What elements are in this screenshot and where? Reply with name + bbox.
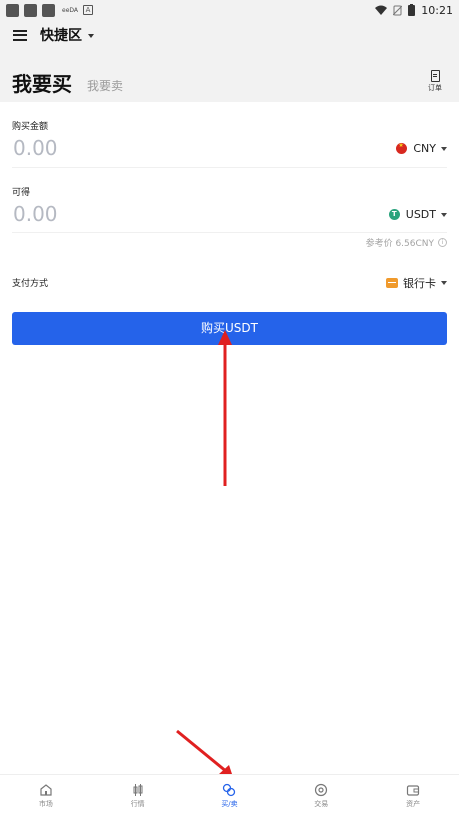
caret-down-icon [88, 34, 94, 38]
usdt-icon: T [388, 209, 400, 220]
app-badge-icon: A [83, 5, 94, 15]
menu-icon[interactable] [13, 29, 27, 41]
receive-label: 可得 [12, 188, 31, 198]
trade-header: 我要买 我要卖 订单 [0, 50, 459, 102]
document-icon [430, 70, 440, 82]
amount-label: 购买金额 [12, 122, 49, 132]
status-bar: eeDA A 10:21 [0, 0, 459, 20]
nav-item-trade[interactable]: 交易 [275, 775, 367, 816]
zone-selector[interactable]: 快捷区 [40, 25, 94, 45]
bank-card-icon [386, 278, 398, 288]
orders-label: 订单 [428, 84, 442, 92]
annotation-arrows [176, 330, 234, 780]
payment-label: 支付方式 [12, 279, 49, 289]
nav-item-assets[interactable]: 资产 [367, 775, 459, 816]
nav-label: 买/卖 [221, 800, 238, 808]
nav-item-buy-sell[interactable]: 买/卖 [184, 775, 276, 816]
payment-method-value: 银行卡 [403, 277, 436, 290]
notification-icon [24, 3, 37, 17]
nav-label: 市场 [38, 800, 53, 808]
wifi-icon [375, 5, 388, 15]
caret-down-icon [441, 281, 447, 285]
divider [12, 232, 447, 233]
reference-price: 参考价 6.56CNY i [366, 236, 447, 249]
nav-label: 交易 [314, 800, 329, 808]
annotation-arrow-up [218, 330, 232, 486]
currency-label: USDT [405, 208, 436, 221]
payment-method-selector[interactable]: 银行卡 [386, 275, 447, 291]
trade-icon [315, 783, 328, 797]
zone-title: 快捷区 [40, 28, 82, 44]
battery-icon [408, 4, 416, 16]
buy-usdt-button[interactable]: 购买USDT [12, 312, 447, 345]
clock: 10:21 [421, 3, 453, 17]
top-nav: 快捷区 [0, 20, 459, 50]
nav-item-market[interactable]: 市场 [0, 775, 92, 816]
reference-price-text: 参考价 6.56CNY [365, 239, 434, 249]
tab-sell[interactable]: 我要卖 [87, 77, 123, 94]
caret-down-icon [441, 212, 447, 217]
currency-selector-usdt[interactable]: T USDT [388, 208, 447, 221]
exchange-circles-icon [223, 783, 236, 797]
receive-input[interactable]: 0.00 [13, 202, 58, 226]
annotation-arrow-diagonal [176, 729, 234, 780]
tab-buy[interactable]: 我要买 [12, 68, 72, 97]
notification-icon [6, 3, 19, 17]
china-flag-icon [396, 142, 408, 154]
status-text: eeDA [62, 6, 79, 14]
caret-down-icon [441, 146, 447, 151]
nav-label: 行情 [130, 800, 145, 808]
home-icon [40, 784, 52, 796]
notification-icon [42, 3, 55, 17]
no-sim-icon [393, 5, 403, 15]
currency-label: CNY [413, 142, 436, 155]
nav-item-quotes[interactable]: 行情 [92, 775, 184, 816]
orders-button[interactable]: 订单 [427, 70, 443, 93]
wallet-icon [406, 785, 420, 796]
candlestick-icon [133, 784, 143, 796]
divider [12, 167, 447, 168]
nav-label: 资产 [406, 800, 421, 808]
info-icon[interactable]: i [438, 238, 447, 247]
currency-selector-cny[interactable]: CNY [396, 142, 447, 155]
bottom-nav: 市场 行情 买/卖 交易 资产 [0, 774, 459, 816]
amount-input[interactable]: 0.00 [13, 136, 58, 160]
